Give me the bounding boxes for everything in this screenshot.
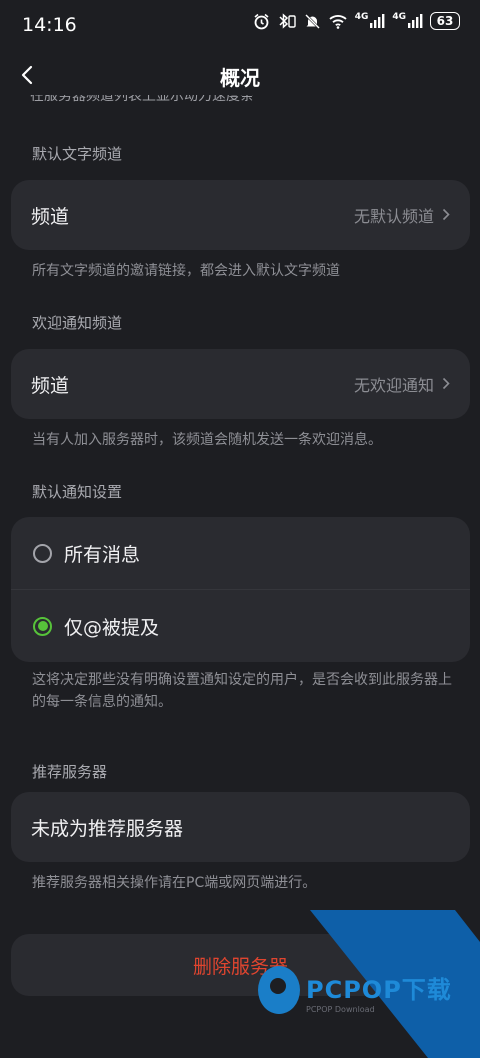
mute-bell-icon bbox=[304, 13, 321, 30]
status-icons: 4G 4G 63 bbox=[253, 12, 460, 30]
recommend-server-hint: 推荐服务器相关操作请在PC端或网页端进行。 bbox=[32, 875, 317, 891]
row-value: 无默认频道 bbox=[354, 203, 450, 227]
back-button[interactable] bbox=[12, 62, 42, 92]
row-label: 频道 bbox=[31, 374, 70, 397]
recommend-server-row[interactable]: 未成为推荐服务器 bbox=[11, 792, 470, 862]
page-title: 概况 bbox=[220, 66, 260, 90]
signal-icon bbox=[369, 13, 385, 29]
watermark-brand: PCPOP下载 bbox=[306, 976, 452, 1004]
radio-option-all-messages[interactable]: 所有消息 bbox=[11, 517, 470, 589]
watermark-sub: PCPOP Download bbox=[306, 1005, 375, 1014]
notification-settings-label: 默认通知设置 bbox=[32, 483, 123, 501]
row-value: 无欢迎通知 bbox=[354, 372, 450, 396]
battery-indicator: 63 bbox=[430, 12, 460, 30]
welcome-channel-card[interactable]: 频道 无欢迎通知 bbox=[11, 349, 470, 419]
chevron-right-icon bbox=[442, 375, 450, 394]
signal-label-1: 4G bbox=[354, 12, 369, 22]
radio-label: 所有消息 bbox=[64, 543, 141, 566]
welcome-channel-row[interactable]: 频道 无欢迎通知 bbox=[11, 349, 470, 419]
chevron-left-icon bbox=[20, 65, 34, 89]
recommend-server-label: 推荐服务器 bbox=[32, 763, 108, 781]
wifi-icon bbox=[328, 13, 348, 29]
chevron-right-icon bbox=[442, 206, 450, 225]
default-text-channel-hint: 所有文字频道的邀请链接，都会进入默认文字频道 bbox=[32, 263, 340, 279]
watermark: PCPOP下载 PCPOP Download bbox=[258, 966, 452, 1014]
signal-label-2: 4G bbox=[392, 12, 406, 22]
signal-icon-2 bbox=[407, 13, 423, 29]
default-channel-row[interactable]: 频道 无默认频道 bbox=[11, 180, 470, 250]
status-bar: 14:16 4G 4G 63 bbox=[0, 0, 480, 50]
notification-settings-hint: 这将决定那些没有明确设置通知设定的用户，是否会收到此服务器上的每一条信息的通知。 bbox=[32, 672, 452, 710]
default-text-channel-label: 默认文字频道 bbox=[32, 145, 123, 163]
scrolled-hint-text: 在服务器频道列表上显示动力速度条 bbox=[30, 95, 254, 104]
status-time: 14:16 bbox=[22, 14, 77, 36]
watermark-logo-icon bbox=[258, 966, 300, 1014]
notification-settings-card: 所有消息 仅@被提及 bbox=[11, 517, 470, 662]
radio-button-unchecked[interactable] bbox=[33, 543, 52, 563]
welcome-channel-hint: 当有人加入服务器时，该频道会随机发送一条欢迎消息。 bbox=[32, 432, 382, 448]
row-label: 频道 bbox=[31, 205, 70, 228]
bluetooth-vibrate-icon bbox=[277, 12, 297, 30]
welcome-channel-value: 无欢迎通知 bbox=[353, 376, 434, 395]
recommend-status: 未成为推荐服务器 bbox=[31, 817, 184, 840]
alarm-icon bbox=[253, 13, 270, 30]
radio-button-checked[interactable] bbox=[33, 616, 52, 636]
default-channel-value: 无默认频道 bbox=[353, 207, 434, 226]
recommend-server-card[interactable]: 未成为推荐服务器 bbox=[11, 792, 470, 862]
welcome-channel-label: 欢迎通知频道 bbox=[32, 314, 123, 332]
radio-label: 仅@被提及 bbox=[64, 616, 160, 639]
watermark-text-group: PCPOP下载 PCPOP Download bbox=[306, 970, 452, 1014]
radio-option-mentions-only[interactable]: 仅@被提及 bbox=[11, 590, 470, 662]
default-text-channel-card[interactable]: 频道 无默认频道 bbox=[11, 180, 470, 250]
